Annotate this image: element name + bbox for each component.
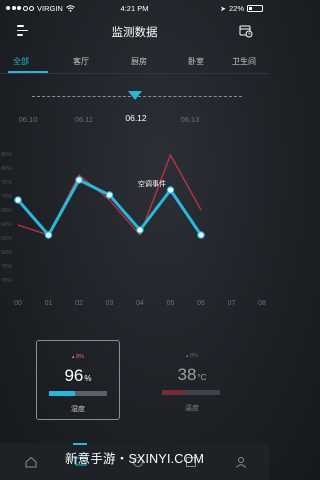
date-label-selected[interactable]: 06.12	[125, 113, 146, 123]
x-tick-label: 08	[258, 300, 266, 307]
x-tick-label: 05	[166, 300, 175, 307]
active-tab-indicator	[73, 443, 87, 445]
temperature-value: 38°C	[177, 365, 207, 384]
humidity-change: ▴ 8%	[71, 354, 85, 360]
date-label[interactable]: 06.13	[181, 115, 200, 124]
page-title: 监测数据	[111, 27, 158, 39]
x-tick-label: 04	[136, 300, 144, 307]
tab-living-room[interactable]: 客厅	[73, 56, 89, 67]
humidity-point[interactable]	[105, 191, 114, 199]
humidity-bar-fill	[49, 391, 76, 396]
nav-bar: 监测数据	[0, 16, 269, 46]
event-annotation: 空调事件	[138, 181, 166, 188]
date-timeline[interactable]: 06.10 06.11 06.12 06.13	[0, 82, 269, 132]
temperature-change: ▴ 8%	[185, 353, 199, 359]
line-chart	[14, 154, 205, 239]
status-bar: VIRGIN 4:21 PM ➤ 22%	[0, 0, 269, 16]
monitor-chart: 85% 80% 75% 70% 65% 60% 55% 50% 75% 70% 空调事件 00 01…	[0, 140, 269, 310]
humidity-value: 96%	[64, 366, 92, 385]
humidity-point[interactable]	[136, 226, 144, 234]
battery-icon	[247, 5, 263, 12]
tab-all[interactable]: 全部	[13, 56, 29, 67]
humidity-point[interactable]	[197, 231, 205, 239]
x-tick-label: 07	[227, 300, 236, 307]
x-tick-label: 00	[14, 300, 22, 307]
x-tick-label: 06	[197, 300, 205, 307]
humidity-bar	[49, 391, 107, 396]
temperature-label: 温度	[185, 405, 199, 412]
temperature-card[interactable]: ▴ 8% 38°C 温度	[150, 340, 234, 420]
location-icon: ➤	[220, 5, 226, 13]
date-label[interactable]: 06.11	[75, 115, 93, 124]
arrow-up-icon: ▴	[185, 353, 189, 359]
room-tabs: 全部 客厅 厨房 卧室 卫生间	[0, 50, 269, 76]
x-tick-label: 02	[75, 300, 83, 307]
x-tick-label: 01	[44, 300, 53, 307]
humidity-card[interactable]: ▴ 8% 96% 湿度	[36, 340, 120, 420]
humidity-point[interactable]	[75, 176, 83, 184]
tab-bathroom[interactable]: 卫生间	[232, 56, 256, 67]
temperature-bar	[162, 390, 220, 395]
timeline-marker-icon[interactable]	[128, 91, 142, 100]
schedule-icon[interactable]	[239, 24, 253, 38]
tabs-divider	[0, 73, 269, 74]
humidity-point[interactable]	[14, 196, 22, 204]
x-tick-label: 03	[105, 300, 114, 307]
tab-kitchen[interactable]: 厨房	[131, 56, 147, 67]
humidity-label: 湿度	[71, 406, 85, 413]
humidity-point[interactable]	[166, 186, 175, 194]
arrow-up-icon: ▴	[71, 354, 75, 360]
humidity-point[interactable]	[44, 231, 53, 239]
tab-bedroom[interactable]: 卧室	[188, 56, 204, 67]
battery-status: ➤ 22%	[220, 4, 263, 13]
battery-percent: 22%	[228, 4, 244, 13]
watermark: 新意手游・SXINYI.COM	[64, 452, 205, 466]
temperature-bar-fill	[162, 390, 186, 395]
date-label[interactable]: 06.10	[19, 115, 38, 124]
